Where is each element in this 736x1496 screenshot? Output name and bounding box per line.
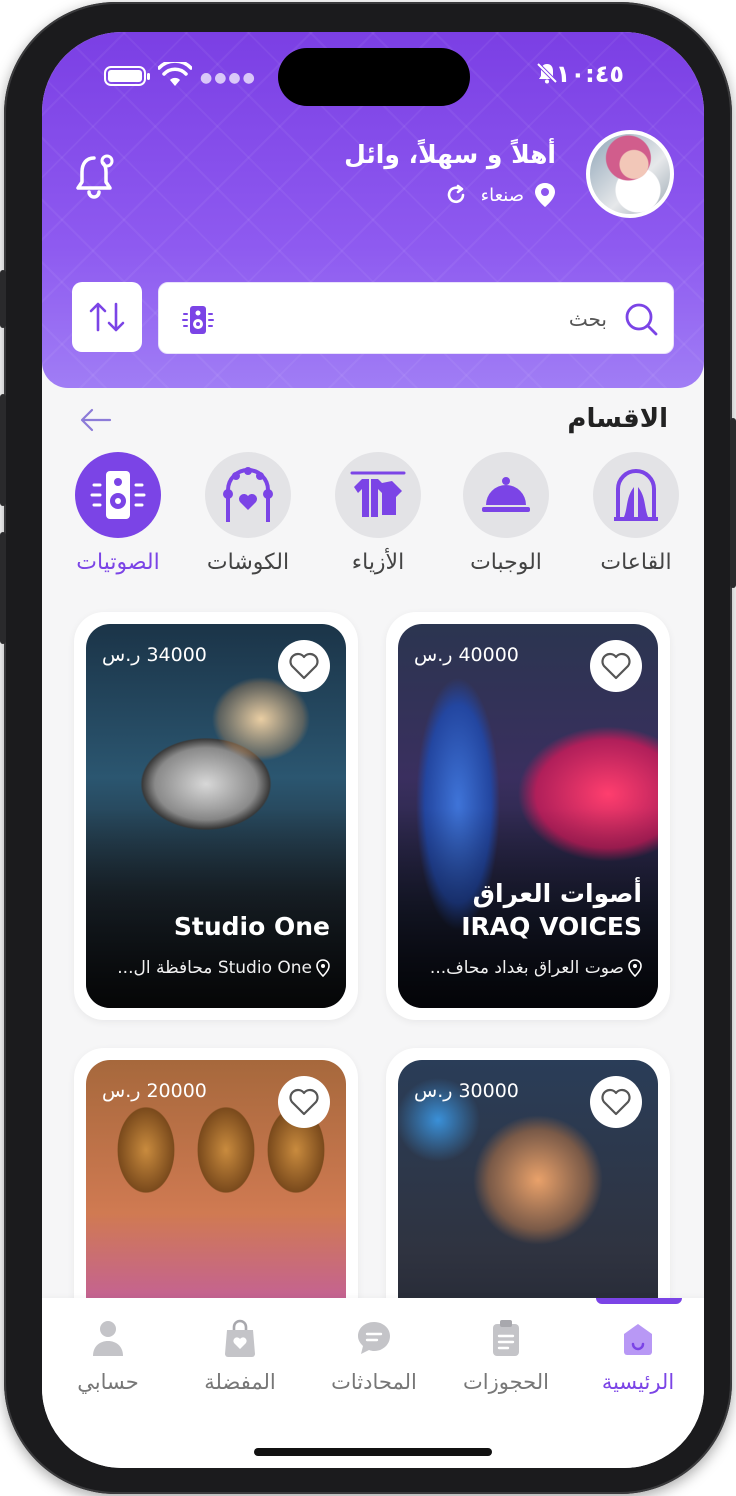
notification-bell-icon[interactable] xyxy=(74,152,118,200)
power-button xyxy=(730,418,736,588)
listing-price: 40000 ر.س xyxy=(414,644,519,666)
category-wedding-stages[interactable]: الكوشات xyxy=(198,452,298,575)
location-pin-icon xyxy=(535,183,555,207)
tab-account[interactable]: حسابي xyxy=(48,1318,168,1394)
bottom-tab-bar: الرئيسية الحجوزات المحادثات المفضلة حساب… xyxy=(42,1298,704,1468)
categories-title: الاقسام xyxy=(567,404,668,434)
tab-bookings[interactable]: الحجوزات xyxy=(446,1318,566,1394)
favorite-heart-icon[interactable] xyxy=(278,1076,330,1128)
active-tab-indicator xyxy=(596,1298,682,1304)
favorite-heart-icon[interactable] xyxy=(590,640,642,692)
speaker-icon xyxy=(90,471,146,519)
tab-chats[interactable]: المحادثات xyxy=(314,1318,434,1394)
category-label: الوجبات xyxy=(470,550,542,575)
favorite-heart-icon[interactable] xyxy=(278,640,330,692)
speaker-filter-icon[interactable] xyxy=(181,303,215,337)
dynamic-island xyxy=(278,48,470,106)
user-icon xyxy=(93,1321,123,1356)
listing-price: 30000 ر.س xyxy=(414,1080,519,1102)
user-avatar[interactable] xyxy=(586,130,674,218)
listing-price: 34000 ر.س xyxy=(102,644,207,666)
greeting-text: أهلاً و سهلاً، وائل xyxy=(344,140,556,169)
wedding-arch-icon xyxy=(223,467,273,522)
search-placeholder: بحث xyxy=(568,307,607,331)
hall-icon xyxy=(614,469,658,521)
sort-button[interactable] xyxy=(72,282,142,352)
location-text: صنعاء xyxy=(480,184,524,206)
location-pin-icon xyxy=(628,959,642,977)
listing-title: Studio One xyxy=(173,912,330,942)
tab-favorites[interactable]: المفضلة xyxy=(180,1318,300,1394)
header: ●●●● ١٠:٤٥ أهلاً و سهلاً، وائل صنعاء بحث xyxy=(42,32,704,388)
listing-title: أصوات العراق IRAQ VOICES xyxy=(461,878,642,942)
listing-price: 20000 ر.س xyxy=(102,1080,207,1102)
clipboard-icon xyxy=(493,1320,519,1356)
bell-off-icon xyxy=(536,62,558,84)
tab-label: حسابي xyxy=(77,1370,139,1394)
cloche-icon xyxy=(482,477,530,512)
arrow-left-icon[interactable] xyxy=(80,406,112,434)
favorite-heart-icon[interactable] xyxy=(590,1076,642,1128)
sort-arrows-icon xyxy=(89,302,125,332)
signal-dots-icon: ●●●● xyxy=(200,70,257,86)
category-audio[interactable]: الصوتيات xyxy=(68,452,168,575)
category-label: الأزياء xyxy=(351,550,405,575)
listing-card-studio-one[interactable]: 34000 ر.س Studio One Studio One محافظة ا… xyxy=(74,612,358,1020)
category-label: الكوشات xyxy=(206,550,290,575)
chat-bubble-icon xyxy=(358,1322,390,1354)
category-halls[interactable]: القاعات xyxy=(586,452,686,575)
category-meals[interactable]: الوجبات xyxy=(456,452,556,575)
status-time: ١٠:٤٥ xyxy=(555,60,624,88)
tab-home[interactable]: الرئيسية xyxy=(578,1318,698,1394)
wifi-icon xyxy=(158,62,192,86)
phone-frame: ●●●● ١٠:٤٥ أهلاً و سهلاً، وائل صنعاء بحث… xyxy=(0,2,736,1494)
category-fashion[interactable]: الأزياء xyxy=(328,452,428,575)
search-icon xyxy=(625,303,658,336)
clothes-icon xyxy=(350,471,406,517)
shopping-bag-heart-icon xyxy=(225,1319,255,1357)
listing-address: صوت العراق بغداد محاف... xyxy=(430,958,642,978)
listing-address: Studio One محافظة ال... xyxy=(117,958,330,978)
refresh-icon[interactable] xyxy=(445,184,467,206)
listing-card-iraq-voices[interactable]: 40000 ر.س أصوات العراق IRAQ VOICES صوت ا… xyxy=(386,612,670,1020)
tab-label: الحجوزات xyxy=(463,1370,549,1394)
tab-label: المحادثات xyxy=(331,1370,417,1394)
location-row[interactable]: صنعاء xyxy=(445,182,556,208)
app-screen: ●●●● ١٠:٤٥ أهلاً و سهلاً، وائل صنعاء بحث… xyxy=(42,32,704,1468)
home-indicator xyxy=(254,1448,492,1456)
listing-image: 40000 ر.س أصوات العراق IRAQ VOICES صوت ا… xyxy=(398,624,658,1008)
category-label: القاعات xyxy=(600,550,672,575)
listing-image: 34000 ر.س Studio One Studio One محافظة ا… xyxy=(86,624,346,1008)
search-bar[interactable]: بحث xyxy=(158,282,674,354)
tab-label: الرئيسية xyxy=(601,1370,675,1394)
category-label: الصوتيات xyxy=(76,550,160,575)
volume-up-button xyxy=(0,394,6,506)
tab-label: المفضلة xyxy=(204,1370,276,1394)
volume-down-button xyxy=(0,532,6,644)
location-pin-icon xyxy=(316,959,330,977)
battery-icon xyxy=(104,66,150,86)
home-icon xyxy=(624,1324,652,1355)
mute-switch xyxy=(0,270,6,328)
